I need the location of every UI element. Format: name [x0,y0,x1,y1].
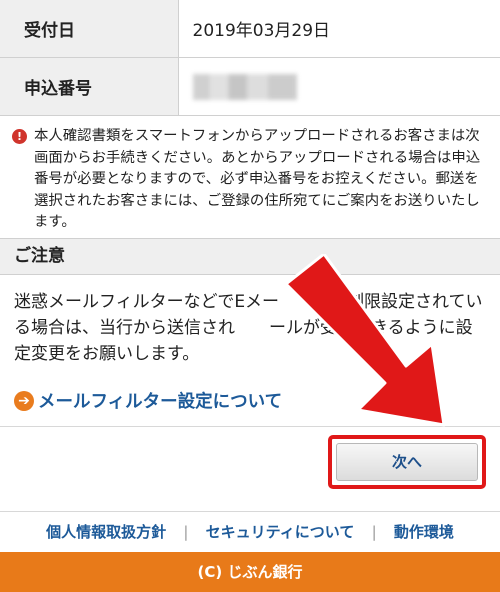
privacy-policy-link[interactable]: 個人情報取扱方針 [46,523,166,541]
arrow-right-circle-icon: ➔ [14,390,34,411]
table-row: 受付日 2019年03月29日 [0,0,500,58]
table-row: 申込番号 [0,57,500,116]
upload-notice-text: 本人確認書類をスマートフォンからアップロードされるお客さまは次画面からお手続きく… [34,128,481,230]
masked-application-number [192,73,297,100]
application-number-label: 申込番号 [0,57,179,116]
footer-separator: | [371,523,377,541]
next-button-highlight: 次へ [328,435,486,489]
footer-links: 個人情報取扱方針 | セキュリティについて | 動作環境 [0,521,500,542]
system-requirements-link[interactable]: 動作環境 [394,523,454,541]
next-button[interactable]: 次へ [336,443,478,481]
application-info-table: 受付日 2019年03月29日 申込番号 [0,0,500,116]
mail-filter-link[interactable]: ➔ メールフィルター設定について [14,388,282,413]
caution-text: 迷惑メールフィルターなどでEメー 信を制限設定されている場合は、当行から送信され… [14,292,483,364]
divider [0,426,500,427]
divider [0,511,500,512]
copyright-bar: (C) じぶん銀行 [0,552,500,592]
upload-notice: ! 本人確認書類をスマートフォンからアップロードされるお客さまは次画面からお手続… [12,126,490,234]
reception-date-label: 受付日 [0,0,179,58]
security-link[interactable]: セキュリティについて [206,523,355,541]
reception-date-value: 2019年03月29日 [178,0,500,58]
caution-heading: ご注意 [0,238,500,275]
footer-separator: | [183,523,189,541]
mail-filter-link-label: メールフィルター設定について [38,392,283,412]
application-number-value [178,57,500,116]
exclamation-icon: ! [12,129,27,144]
